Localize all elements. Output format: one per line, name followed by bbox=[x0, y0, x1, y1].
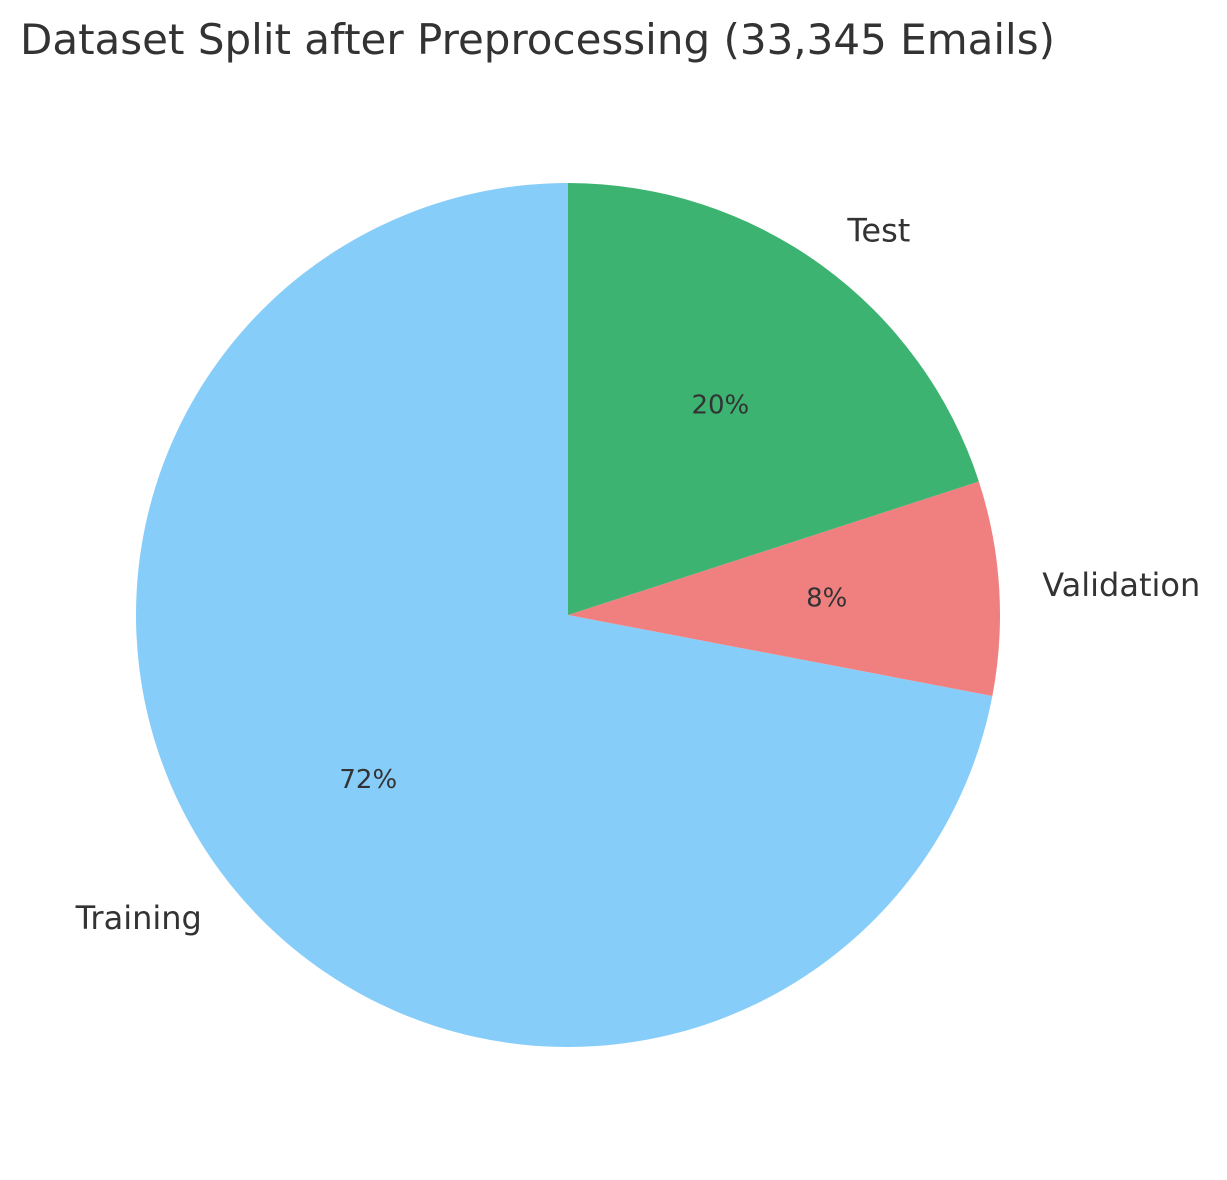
chart-title: Dataset Split after Preprocessing (33,34… bbox=[20, 15, 1055, 64]
pct-label-training: 72% bbox=[339, 765, 397, 795]
slice-label-validation: Validation bbox=[1042, 566, 1200, 604]
pct-label-validation: 8% bbox=[806, 584, 847, 614]
slice-label-test: Test bbox=[846, 212, 910, 250]
pct-label-test: 20% bbox=[691, 390, 749, 420]
pie-slices bbox=[135, 183, 1000, 1047]
slice-label-training: Training bbox=[75, 899, 202, 937]
pie-chart: Dataset Split after Preprocessing (33,34… bbox=[20, 15, 1200, 1047]
